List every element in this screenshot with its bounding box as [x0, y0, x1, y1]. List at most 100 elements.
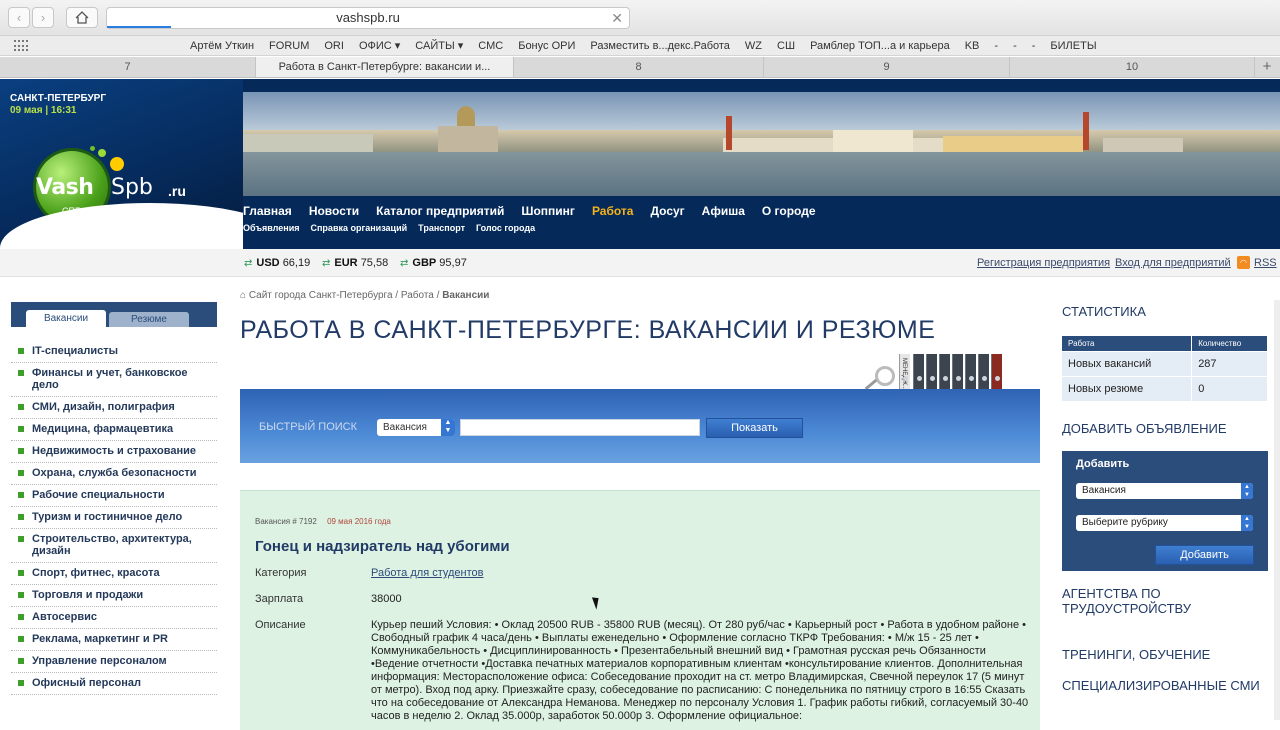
bookmark-item[interactable]: FORUM: [269, 36, 309, 56]
sidebar-category-item[interactable]: Управление персоналом: [11, 651, 217, 673]
sidebar-category-item[interactable]: Финансы и учет, банковское дело: [11, 363, 217, 397]
sidebar-category-item[interactable]: Рабочие специальности: [11, 485, 217, 507]
nav-item[interactable]: Работа: [592, 204, 634, 218]
company-login-link[interactable]: Вход для предприятий: [1115, 257, 1231, 269]
main-navigation: Главная Новости Каталог предприятий Шоппинг…: [243, 204, 816, 218]
category-link[interactable]: Работа для студентов: [371, 567, 484, 579]
nav-item[interactable]: Досуг: [650, 204, 684, 218]
sidebar-category-item[interactable]: Туризм и гостиничное дело: [11, 507, 217, 529]
nav-item[interactable]: Шоппинг: [521, 204, 575, 218]
back-button[interactable]: ‹: [8, 7, 30, 28]
apps-grid-icon[interactable]: [14, 40, 28, 52]
nav-item[interactable]: Новости: [309, 204, 359, 218]
bookmark-item[interactable]: Артём Уткин: [190, 36, 254, 56]
sidebar-tabs: Вакансии Резюме: [11, 302, 217, 327]
home-button[interactable]: [66, 7, 98, 28]
sidebar-category-item[interactable]: Охрана, служба безопасности: [11, 463, 217, 485]
browser-tab[interactable]: 7: [0, 57, 256, 77]
sidebar-category-item[interactable]: Торговля и продажи: [11, 585, 217, 607]
usd-label: USD: [256, 257, 280, 269]
subnav-item[interactable]: Голос города: [476, 223, 535, 233]
subnav-item[interactable]: Транспорт: [418, 223, 465, 233]
bookmark-item[interactable]: Разместить в...декс.Работа: [590, 36, 730, 56]
bullet-icon: [18, 592, 24, 598]
add-ad-panel: Добавить Вакансия ▲ ▼ Выберите рубрику ▲ ▼…: [1062, 451, 1268, 571]
bookmark-item[interactable]: СМС: [478, 36, 503, 56]
add-rubric-select[interactable]: Выберите рубрику ▲ ▼: [1076, 515, 1253, 531]
add-type-select[interactable]: Вакансия ▲ ▼: [1076, 483, 1253, 499]
browser-tab[interactable]: 10: [1010, 57, 1255, 77]
breadcrumb-item-work[interactable]: Работа: [401, 290, 434, 301]
logo-tagline-line1: Сайт города: [112, 205, 177, 215]
bookmark-item[interactable]: KB: [965, 36, 980, 56]
search-type-select[interactable]: Вакансия ▲ ▼: [377, 419, 455, 436]
trainings-link[interactable]: ТРЕНИНГИ, ОБУЧЕНИЕ: [1062, 647, 1210, 662]
browser-tab[interactable]: Работа в Санкт-Петербурге: вакансии и...: [256, 57, 514, 77]
specialized-media-link[interactable]: СПЕЦИАЛИЗИРОВАННЫЕ СМИ: [1062, 678, 1260, 693]
add-ad-button[interactable]: Добавить: [1155, 545, 1254, 565]
bookmark-item[interactable]: САЙТЫ ▾: [415, 36, 463, 56]
nav-item[interactable]: Главная: [243, 204, 292, 218]
agencies-link[interactable]: АГЕНТСТВА ПО ТРУДОУСТРОЙСТВУ: [1062, 586, 1212, 616]
add-rubric-value: Выберите рубрику: [1082, 517, 1168, 528]
bookmark-item[interactable]: БИЛЕТЫ: [1050, 36, 1096, 56]
browser-tab[interactable]: 8: [514, 57, 764, 77]
stats-col-work: Работа: [1062, 336, 1193, 352]
table-row: Новых вакансий 287: [1062, 351, 1268, 377]
sidebar-category-item[interactable]: Реклама, маркетинг и PR: [11, 629, 217, 651]
bookmark-item[interactable]: -: [994, 36, 998, 56]
city-name: САНКТ-ПЕТЕРБУРГ: [10, 93, 107, 104]
sidebar-category-item[interactable]: Медицина, фармацевтика: [11, 419, 217, 441]
show-button[interactable]: Показать: [706, 418, 803, 438]
rss-link[interactable]: RSS: [1254, 257, 1277, 269]
subnav-item[interactable]: Объявления: [243, 223, 300, 233]
bullet-icon: [18, 404, 24, 410]
search-input[interactable]: [460, 419, 700, 436]
sidebar-category-label: Офисный персонал: [32, 677, 141, 689]
stats-row-value: 287: [1191, 351, 1268, 377]
bookmark-item[interactable]: ОФИС ▾: [359, 36, 400, 56]
bullet-icon: [18, 680, 24, 686]
logo-tagline: Сайт города Санкт-Петербурга: [112, 205, 209, 227]
address-bar[interactable]: vashspb.ru ✕: [106, 7, 630, 29]
nav-item[interactable]: Афиша: [702, 204, 745, 218]
category-label: Категория: [255, 567, 307, 579]
bookmark-item[interactable]: -: [1032, 36, 1036, 56]
gbp-label: GBP: [412, 257, 437, 269]
bookmark-item[interactable]: СШ: [777, 36, 795, 56]
sidebar-category-item[interactable]: СМИ, дизайн, полиграфия: [11, 397, 217, 419]
tab-resumes[interactable]: Резюме: [109, 312, 189, 327]
nav-item[interactable]: О городе: [762, 204, 816, 218]
bookmark-item[interactable]: Бонус ОРИ: [518, 36, 575, 56]
page-scrollbar[interactable]: [1274, 300, 1280, 720]
rss-icon[interactable]: ◠: [1237, 256, 1250, 269]
logo-badge: СПБ: [62, 206, 81, 216]
logo-dot-icon: [98, 149, 106, 157]
sidebar-category-label: Управление персоналом: [32, 655, 167, 667]
forward-button[interactable]: ›: [32, 7, 54, 28]
sidebar-category-item[interactable]: Офисный персонал: [11, 673, 217, 695]
sidebar-category-item[interactable]: Строительство, архитектура, дизайн: [11, 529, 217, 563]
logo-block[interactable]: САНКТ-ПЕТЕРБУРГ 09 мая | 16:31 Vash Spb …: [0, 79, 243, 249]
breadcrumb-separator: /: [395, 290, 399, 301]
browser-tab[interactable]: 9: [764, 57, 1010, 77]
tab-vacancies[interactable]: Вакансии: [26, 310, 106, 327]
bookmark-item[interactable]: ORI: [324, 36, 344, 56]
close-icon[interactable]: ✕: [611, 8, 623, 28]
new-tab-button[interactable]: +: [1255, 57, 1279, 77]
bookmark-item[interactable]: Рамблер ТОП...а и карьера: [810, 36, 950, 56]
sidebar-category-item[interactable]: Недвижимость и страхование: [11, 441, 217, 463]
breadcrumb-item-home[interactable]: Сайт города Санкт-Петербурга: [249, 290, 393, 301]
sidebar-category-item[interactable]: Спорт, фитнес, красота: [11, 563, 217, 585]
bullet-icon: [18, 470, 24, 476]
bookmark-item[interactable]: -: [1013, 36, 1017, 56]
register-company-link[interactable]: Регистрация предприятия: [977, 257, 1110, 269]
nav-item[interactable]: Каталог предприятий: [376, 204, 504, 218]
bookmark-item[interactable]: WZ: [745, 36, 762, 56]
vacancy-title[interactable]: Гонец и надзиратель над убогими: [255, 538, 510, 555]
page-load-progress: [107, 26, 171, 28]
sidebar-category-item[interactable]: Автосервис: [11, 607, 217, 629]
sidebar-category-label: IT-специалисты: [32, 345, 119, 357]
sidebar-category-item[interactable]: IT-специалисты: [11, 341, 217, 363]
subnav-item[interactable]: Справка организаций: [311, 223, 408, 233]
